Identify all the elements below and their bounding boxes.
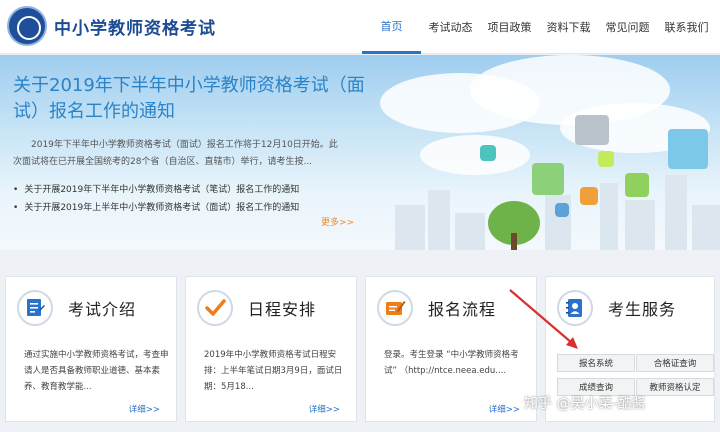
annotation-arrow [509, 289, 578, 349]
